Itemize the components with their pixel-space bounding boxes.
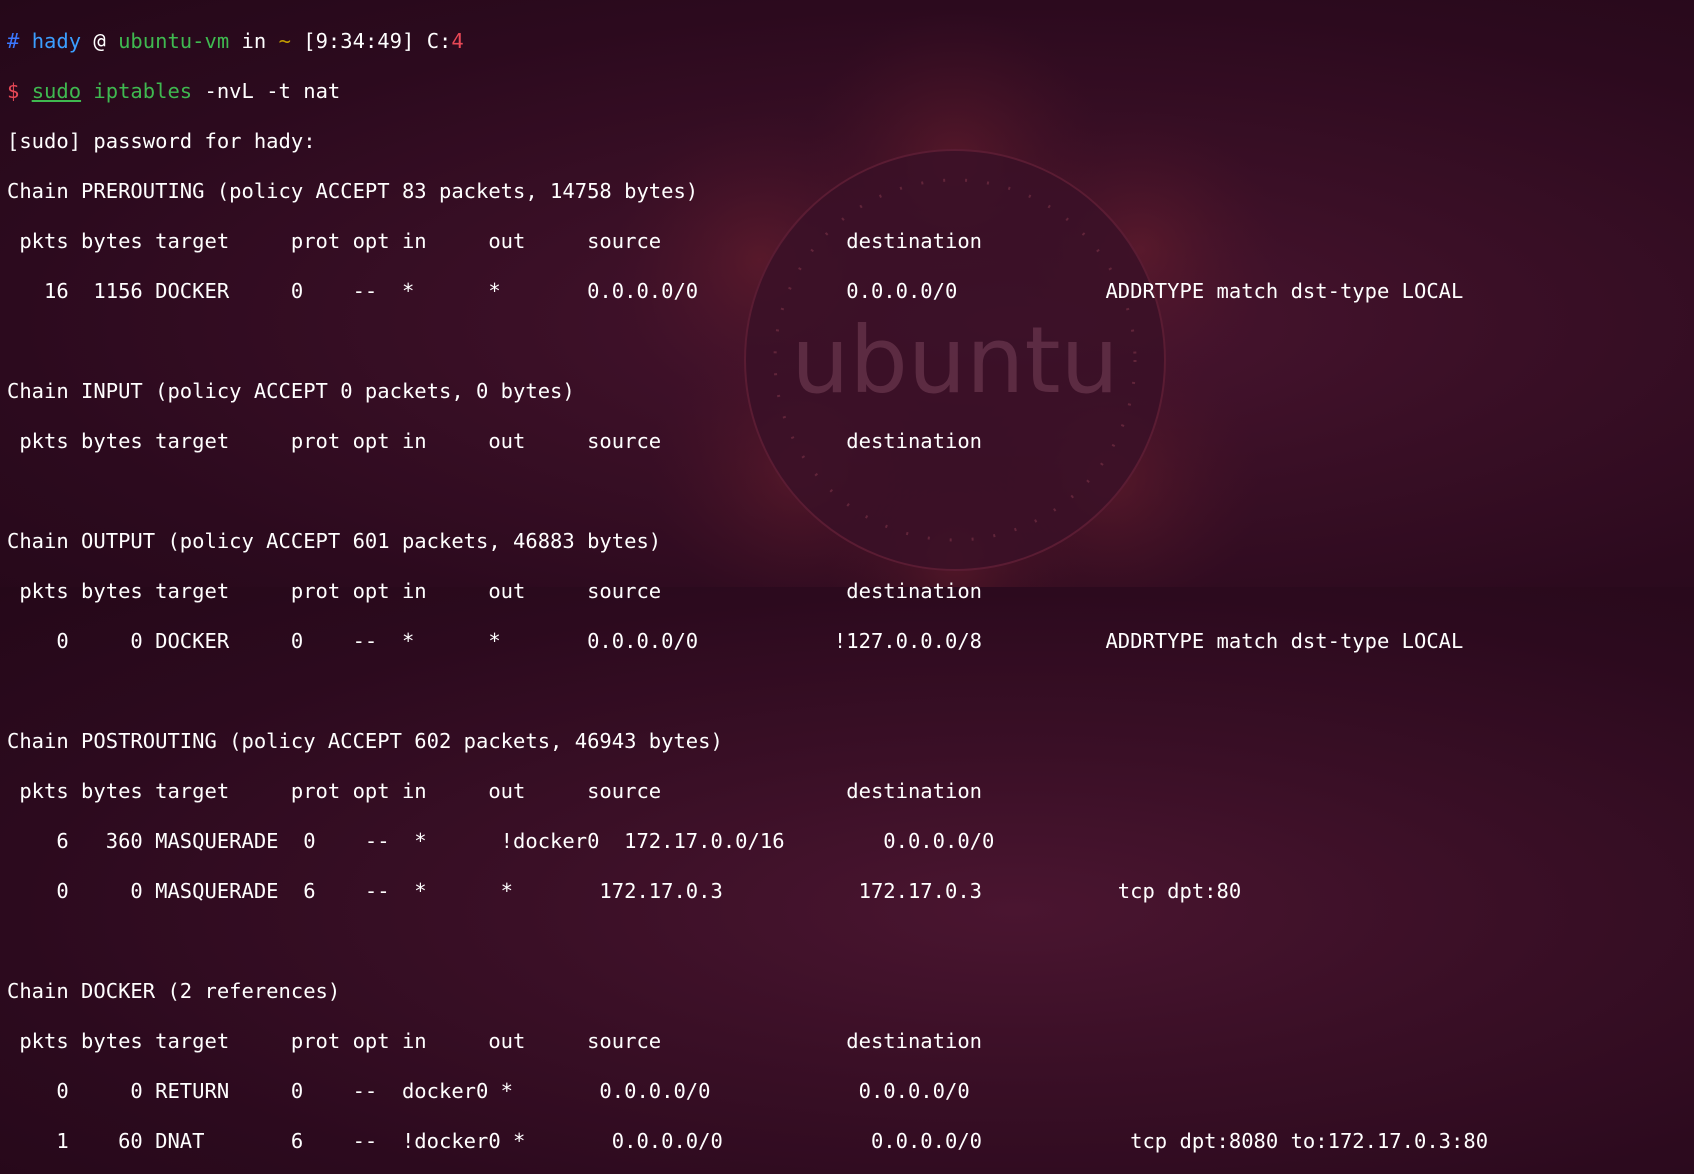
rule-row: 0 0 MASQUERADE 6 -- * * 172.17.0.3 172.1… — [7, 879, 1242, 903]
rule-row: 0 0 RETURN 0 -- docker0 * 0.0.0.0/0 0.0.… — [7, 1079, 970, 1103]
prompt-code-label: C: — [426, 29, 452, 53]
terminal-output[interactable]: # hady @ ubuntu-vm in ~ [9:34:49] C:4 $ … — [7, 4, 1488, 1174]
output-sudo-prompt: [sudo] password for hady: — [7, 129, 316, 153]
table-header: pkts bytes target prot opt in out source… — [7, 429, 983, 453]
prompt-hash: # — [7, 29, 20, 53]
chain-header-prerouting: Chain PREROUTING (policy ACCEPT 83 packe… — [7, 179, 699, 203]
chain-header-docker: Chain DOCKER (2 references) — [7, 979, 341, 1003]
prompt-dollar: $ — [7, 79, 20, 103]
command-sudo: sudo — [31, 79, 82, 103]
prompt-user: hady — [31, 29, 82, 53]
prompt-at: @ — [93, 29, 106, 53]
table-header: pkts bytes target prot opt in out source… — [7, 779, 983, 803]
prompt-in: in — [241, 29, 267, 53]
rule-row: 6 360 MASQUERADE 0 -- * !docker0 172.17.… — [7, 829, 995, 853]
prompt-dir: ~ — [278, 29, 291, 53]
command-args: -nvL -t nat — [204, 79, 341, 103]
chain-header-output: Chain OUTPUT (policy ACCEPT 601 packets,… — [7, 529, 662, 553]
command-line: $ sudo iptables -nvL -t nat — [7, 79, 1488, 104]
prompt-host: ubuntu-vm — [118, 29, 230, 53]
chain-header-postrouting: Chain POSTROUTING (policy ACCEPT 602 pac… — [7, 729, 723, 753]
rule-row: 16 1156 DOCKER 0 -- * * 0.0.0.0/0 0.0.0.… — [7, 279, 1464, 303]
table-header: pkts bytes target prot opt in out source… — [7, 1029, 983, 1053]
prompt-line: # hady @ ubuntu-vm in ~ [9:34:49] C:4 — [7, 29, 1488, 54]
table-header: pkts bytes target prot opt in out source… — [7, 229, 983, 253]
prompt-exit-code: 4 — [451, 29, 464, 53]
rule-row: 0 0 DOCKER 0 -- * * 0.0.0.0/0 !127.0.0.0… — [7, 629, 1464, 653]
chain-header-input: Chain INPUT (policy ACCEPT 0 packets, 0 … — [7, 379, 575, 403]
prompt-time: [9:34:49] — [303, 29, 415, 53]
command-iptables: iptables — [93, 79, 193, 103]
table-header: pkts bytes target prot opt in out source… — [7, 579, 983, 603]
rule-row: 1 60 DNAT 6 -- !docker0 * 0.0.0.0/0 0.0.… — [7, 1129, 1489, 1153]
